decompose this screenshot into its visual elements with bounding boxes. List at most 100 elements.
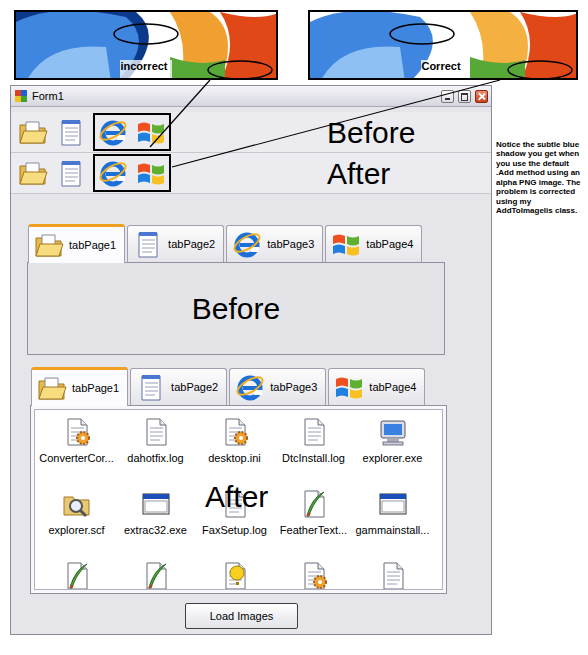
tab-label: tabPage4	[366, 238, 413, 250]
internet-explorer-icon	[97, 116, 129, 148]
list-view[interactable]: ConverterCor... dahotfix.log desktop.ini Dt…	[34, 409, 443, 590]
folder-icon	[17, 157, 49, 189]
highlight-box	[93, 113, 171, 151]
file-name: dahotfix.log	[127, 452, 183, 464]
folder-icon	[17, 116, 49, 148]
tab[interactable]: tabPage2	[127, 225, 224, 262]
window-file-icon	[140, 488, 172, 520]
config-file-icon	[298, 560, 330, 590]
zoom-callout: incorrect	[14, 10, 278, 80]
callout-label: incorrect	[120, 60, 171, 78]
tab-label: tabPage1	[69, 239, 116, 251]
list-item[interactable]	[353, 560, 432, 590]
tab[interactable]: tabPage3	[226, 225, 323, 262]
computer-file-icon	[377, 416, 409, 448]
list-item[interactable]: ConverterCor...	[37, 416, 116, 488]
image-toolbar: Before	[11, 112, 491, 153]
config-file-icon	[219, 416, 251, 448]
tab-label: tabPage1	[72, 382, 119, 394]
windows-logo-icon	[135, 157, 167, 189]
minimize-button[interactable]	[441, 90, 454, 103]
windows-logo-icon	[330, 228, 362, 260]
list-item[interactable]: dahotfix.log	[116, 416, 195, 488]
folder-icon	[33, 229, 65, 261]
list-item[interactable]: desktop.ini	[195, 416, 274, 488]
toolbar-label: After	[327, 157, 390, 190]
form-window: Form1 Before After tabPage1 tabPage2 tabPage3…	[10, 85, 492, 635]
text-file-icon	[140, 416, 172, 448]
file-name: ConverterCor...	[39, 452, 114, 464]
window-file-icon	[377, 488, 409, 520]
tab-page: Before	[27, 262, 445, 355]
form-icon	[14, 89, 28, 103]
file-name: extrac32.exe	[124, 524, 187, 536]
tab-page: ConverterCor... dahotfix.log desktop.ini Dt…	[30, 405, 447, 594]
button-row: Load Images	[185, 603, 491, 629]
tab-control: tabPage1 tabPage2 tabPage3 tabPage4 Before	[27, 224, 445, 355]
overlay-label: Before	[192, 292, 280, 326]
list-item[interactable]	[37, 560, 116, 590]
list-item[interactable]	[116, 560, 195, 590]
close-button[interactable]	[475, 90, 488, 103]
tab-label: tabPage3	[270, 381, 317, 393]
tab-label: tabPage2	[171, 381, 218, 393]
zoom-callouts: incorrect Correct	[0, 0, 588, 85]
help-file-icon	[219, 560, 251, 590]
list-item[interactable]	[195, 560, 274, 590]
list-item[interactable]: explorer.exe	[353, 416, 432, 488]
notepad-icon	[132, 228, 164, 260]
folder-icon	[36, 372, 68, 404]
file-name: desktop.ini	[208, 452, 261, 464]
list-item[interactable]: DtcInstall.log	[274, 416, 353, 488]
tab-strip: tabPage1 tabPage2 tabPage3 tabPage4	[27, 224, 445, 262]
toolbar-label: Before	[327, 116, 415, 149]
search-file-icon	[61, 488, 93, 520]
windows-logo-icon	[135, 116, 167, 148]
annotation-note: Notice the subtle blue shadow you get wh…	[496, 140, 586, 635]
overlay-label: After	[205, 480, 268, 514]
internet-explorer-icon	[97, 157, 129, 189]
zoom-callout: Correct	[308, 10, 578, 80]
internet-explorer-icon	[234, 371, 266, 403]
image-toolbar: After	[11, 153, 491, 194]
load-images-button[interactable]: Load Images	[185, 603, 298, 629]
tab[interactable]: tabPage1	[31, 367, 128, 406]
text-file-icon	[377, 560, 409, 590]
list-item[interactable]: explorer.scf	[37, 488, 116, 560]
notepad-icon	[135, 371, 167, 403]
file-name: explorer.scf	[48, 524, 104, 536]
list-item[interactable]: FeatherText...	[274, 488, 353, 560]
tab-label: tabPage2	[168, 238, 215, 250]
list-item[interactable]: gammainstall...	[353, 488, 432, 560]
main-row: Form1 Before After tabPage1 tabPage2 tabPage3…	[0, 85, 588, 635]
list-item[interactable]: extrac32.exe	[116, 488, 195, 560]
callout-label: Correct	[421, 60, 464, 78]
notepad-icon	[55, 116, 87, 148]
tab[interactable]: tabPage4	[325, 225, 422, 262]
file-name: FeatherText...	[280, 524, 347, 536]
feather-file-icon	[61, 560, 93, 590]
tab-label: tabPage4	[369, 381, 416, 393]
internet-explorer-icon	[231, 228, 263, 260]
tab[interactable]: tabPage1	[28, 224, 125, 263]
list-item[interactable]	[274, 560, 353, 590]
file-name: gammainstall...	[356, 524, 430, 536]
title-bar: Form1	[11, 86, 491, 107]
tab-control: tabPage1 tabPage2 tabPage3 tabPage4 Converte…	[30, 367, 447, 594]
notepad-icon	[55, 157, 87, 189]
feather-file-icon	[140, 560, 172, 590]
file-name: FaxSetup.log	[202, 524, 267, 536]
feather-file-icon	[298, 488, 330, 520]
text-file-icon	[298, 416, 330, 448]
highlight-box	[93, 154, 171, 192]
file-name: explorer.exe	[363, 452, 423, 464]
tab[interactable]: tabPage2	[130, 368, 227, 405]
tab[interactable]: tabPage3	[229, 368, 326, 405]
tab-label: tabPage3	[267, 238, 314, 250]
maximize-button[interactable]	[458, 90, 471, 103]
config-file-icon	[61, 416, 93, 448]
file-name: DtcInstall.log	[282, 452, 345, 464]
windows-logo-icon	[333, 371, 365, 403]
window-title: Form1	[32, 90, 437, 102]
tab[interactable]: tabPage4	[328, 368, 425, 405]
